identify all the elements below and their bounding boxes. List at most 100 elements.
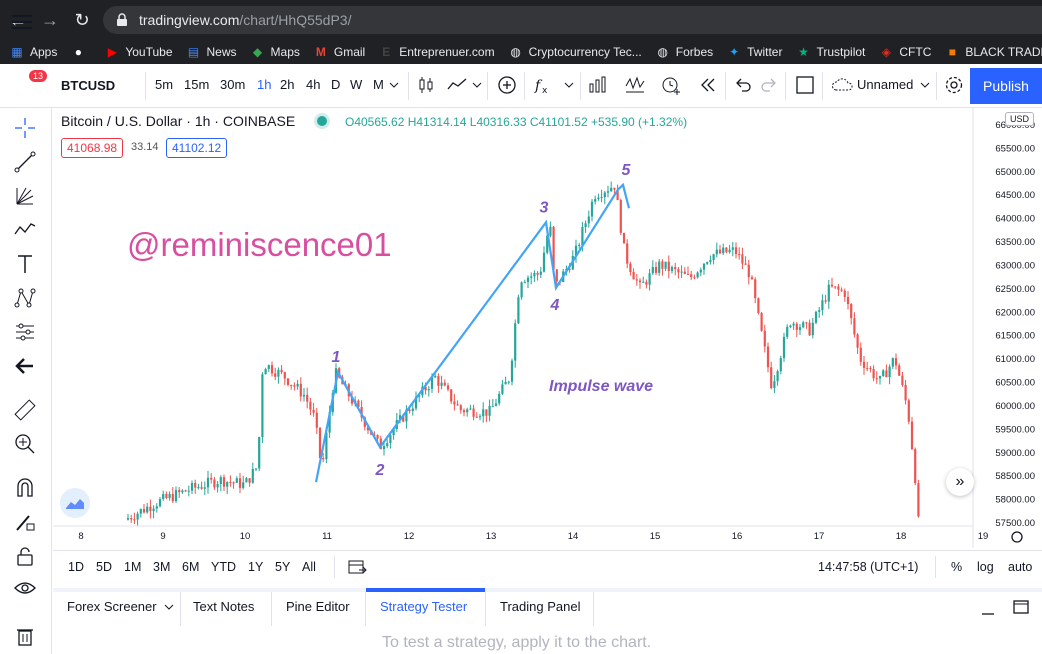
bookmark-label: Twitter	[747, 45, 783, 59]
candle-body	[235, 478, 238, 483]
interval-4h[interactable]: 4h	[306, 77, 320, 92]
interval-5m[interactable]: 5m	[155, 77, 173, 92]
symbol-legend-title[interactable]: Bitcoin / U.S. Dollar · 1h · COINBASE	[61, 113, 295, 129]
chevron-down-icon[interactable]	[470, 74, 484, 96]
bookmark-item[interactable]: ▦ Apps	[10, 45, 57, 59]
magnet-icon[interactable]	[13, 476, 37, 500]
panel-tab-pine-editor[interactable]: Pine Editor	[286, 599, 350, 614]
layout-name[interactable]: Unnamed	[857, 77, 913, 92]
chevron-down-icon[interactable]	[162, 600, 176, 614]
interval-M[interactable]: M	[373, 77, 384, 92]
indicators-fx-icon[interactable]: fx	[532, 74, 554, 96]
interval-W[interactable]: W	[350, 77, 362, 92]
hamburger-menu-icon[interactable]	[12, 12, 34, 32]
financials-bar-icon[interactable]	[587, 74, 609, 96]
candle-body	[126, 518, 130, 520]
range-1y[interactable]: 1Y	[248, 560, 263, 574]
bookmark-item[interactable]: ✦ Twitter	[727, 45, 782, 59]
chevron-down-icon[interactable]	[387, 74, 401, 96]
bookmark-item[interactable]: E Entreprenuer.com	[379, 45, 494, 59]
reload-icon[interactable]: ↻	[68, 6, 96, 34]
bookmark-item[interactable]: ◈ CFTC	[879, 45, 932, 59]
candle-body	[731, 247, 734, 250]
bookmark-item[interactable]: ●	[71, 45, 91, 59]
bookmark-item[interactable]: ◍ Cryptocurrency Tec...	[509, 45, 641, 59]
interval-2h[interactable]: 2h	[280, 77, 294, 92]
price-chart[interactable]: 66000.0065500.0065000.0064500.0064000.00…	[53, 108, 1042, 548]
gear-icon[interactable]	[943, 74, 965, 96]
buy-price-button[interactable]: 41102.12	[166, 138, 228, 158]
ruler-icon[interactable]	[13, 398, 37, 422]
maximize-panel-icon[interactable]	[1012, 598, 1030, 616]
line-chart-icon[interactable]	[446, 74, 468, 96]
bookmark-item[interactable]: ■ BLACK TRADER	[945, 45, 1042, 59]
scroll-to-realtime-button[interactable]: »	[946, 468, 974, 496]
compare-plus-icon[interactable]	[496, 74, 518, 96]
interval-30m[interactable]: 30m	[220, 77, 245, 92]
candles-chart-type-icon[interactable]	[415, 74, 437, 96]
bookmark-item[interactable]: ▤ News	[187, 45, 237, 59]
range-all[interactable]: All	[302, 560, 316, 574]
range-6m[interactable]: 6M	[182, 560, 199, 574]
forward-icon[interactable]: →	[36, 6, 64, 34]
text-tool-icon[interactable]	[13, 252, 37, 276]
eye-icon[interactable]	[13, 576, 37, 600]
auto-scale-toggle[interactable]: auto	[1008, 560, 1032, 574]
candle-body	[658, 261, 661, 273]
replay-icon[interactable]	[697, 74, 719, 96]
log-scale-toggle[interactable]: log	[977, 560, 994, 574]
clock-timezone[interactable]: 14:47:58 (UTC+1)	[818, 560, 918, 574]
templates-icon[interactable]	[624, 74, 646, 96]
cloud-icon	[832, 78, 853, 91]
wave-label-3: 3	[540, 199, 549, 216]
range-ytd[interactable]: YTD	[211, 560, 236, 574]
currency-badge[interactable]: USD	[1005, 112, 1035, 126]
publish-button[interactable]: Publish	[970, 68, 1042, 104]
symbol-search[interactable]: BTCUSD	[61, 78, 115, 93]
panel-tab-text-notes[interactable]: Text Notes	[193, 599, 254, 614]
address-bar[interactable]: tradingview.com/chart/HhQ55dP3/	[103, 6, 1042, 34]
time-tick-label: 9	[160, 531, 165, 542]
lock-icon[interactable]	[13, 544, 37, 568]
range-5y[interactable]: 5Y	[275, 560, 290, 574]
percent-scale-toggle[interactable]: %	[951, 560, 962, 574]
zoom-in-icon[interactable]	[13, 432, 37, 456]
crosshair-icon[interactable]	[13, 116, 37, 140]
lock-drawing-pencil-icon[interactable]	[13, 510, 37, 534]
trash-icon[interactable]	[13, 624, 37, 648]
interval-1h[interactable]: 1h	[257, 77, 271, 92]
range-3m[interactable]: 3M	[153, 560, 170, 574]
arrow-left-icon[interactable]	[13, 354, 37, 378]
bookmark-item[interactable]: ▶ YouTube	[105, 45, 173, 59]
fullscreen-square-icon[interactable]	[794, 74, 816, 96]
measure-icon[interactable]	[13, 320, 37, 344]
chevron-down-icon[interactable]	[562, 74, 576, 96]
bookmark-item[interactable]: ◆ Maps	[251, 45, 300, 59]
bookmark-item[interactable]: ◍ Forbes	[656, 45, 714, 59]
fib-retracement-icon[interactable]	[13, 184, 37, 208]
bookmark-item[interactable]: M Gmail	[314, 45, 365, 59]
interval-D[interactable]: D	[331, 77, 340, 92]
chevron-down-icon[interactable]	[918, 74, 932, 96]
candle-body	[766, 346, 770, 368]
panel-tab-trading-panel[interactable]: Trading Panel	[500, 599, 580, 614]
tradingview-logo-icon[interactable]	[60, 488, 90, 518]
chart-canvas[interactable]: 66000.0065500.0065000.0064500.0064000.00…	[53, 108, 1042, 548]
bookmark-item[interactable]: ★ Trustpilot	[796, 45, 865, 59]
date-range-icon[interactable]	[347, 557, 367, 577]
pattern-icon[interactable]	[13, 218, 37, 242]
prediction-tool-icon[interactable]	[13, 286, 37, 310]
alert-clock-icon[interactable]	[660, 74, 682, 96]
interval-15m[interactable]: 15m	[184, 77, 209, 92]
minimize-panel-icon[interactable]	[979, 600, 997, 618]
panel-tab-forex-screener[interactable]: Forex Screener	[67, 599, 157, 614]
undo-icon[interactable]	[732, 74, 754, 96]
candle-body	[440, 382, 443, 386]
trend-line-icon[interactable]	[13, 150, 37, 174]
range-1m[interactable]: 1M	[124, 560, 141, 574]
panel-tab-strategy-tester[interactable]: Strategy Tester	[380, 599, 467, 614]
sell-price-button[interactable]: 41068.98	[61, 138, 124, 158]
range-1d[interactable]: 1D	[68, 560, 84, 574]
redo-icon[interactable]	[758, 74, 780, 96]
range-5d[interactable]: 5D	[96, 560, 112, 574]
